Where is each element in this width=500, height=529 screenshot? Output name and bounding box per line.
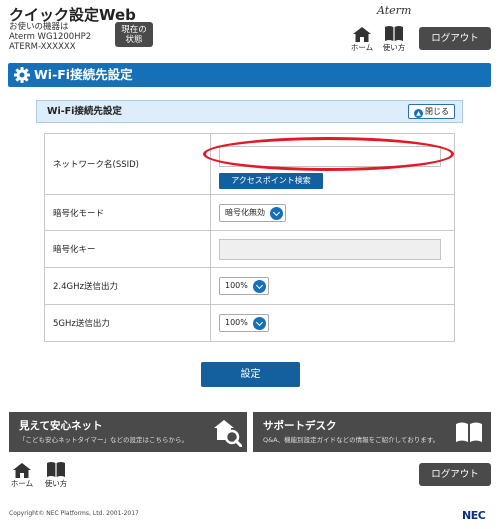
- section-title: Wi-Fi接続先設定: [47, 106, 122, 117]
- current-status-button[interactable]: 現在の 状態: [115, 22, 153, 47]
- power-5ghz-value: 100%: [225, 318, 248, 327]
- logout-button[interactable]: ログアウト: [419, 27, 491, 50]
- home-button[interactable]: ホーム: [349, 27, 375, 53]
- footer-help-button[interactable]: 使い方: [42, 461, 70, 489]
- footer-home-label: ホーム: [10, 479, 34, 488]
- home-label: ホーム: [350, 43, 374, 52]
- promo-description: 「こども安心ネットタイマー」などの設定はこちらから。: [19, 436, 188, 444]
- power-5ghz-cell: 100%: [210, 304, 455, 342]
- chevron-down-icon: [252, 280, 266, 293]
- chevron-up-icon: ▲: [414, 109, 423, 118]
- table-row: 暗号化モード 暗号化無効: [44, 194, 455, 231]
- power-24ghz-value: 100%: [225, 281, 248, 290]
- promo-title: サポートデスク: [263, 420, 337, 432]
- device-info: お使いの機器は Aterm WG1200HP2 ATERM-XXXXXX: [9, 22, 91, 52]
- device-name: ATERM-XXXXXX: [9, 42, 76, 52]
- ssid-label: ネットワーク名(SSID): [44, 133, 211, 195]
- promo-support-desk[interactable]: サポートデスク Q&A、機能別設定ガイドなどの情報をご紹介しております。: [253, 412, 491, 452]
- promo-safe-net[interactable]: 見えて安心ネット 「こども安心ネットタイマー」などの設定はこちらから。: [9, 412, 247, 452]
- ssid-cell: アクセスポイント検索: [210, 133, 455, 195]
- company-logo: NEC: [462, 509, 486, 522]
- home-icon: [13, 463, 31, 478]
- status-button-label-line1: 現在の: [121, 25, 147, 35]
- footer-home-button[interactable]: ホーム: [9, 463, 35, 489]
- encryption-mode-label: 暗号化モード: [44, 194, 211, 231]
- footer-help-label: 使い方: [44, 479, 68, 488]
- encryption-key-label: 暗号化キー: [44, 230, 211, 268]
- collapse-label: 閉じる: [425, 107, 449, 116]
- chevron-down-icon: [270, 206, 283, 220]
- promo-description: Q&A、機能別設定ガイドなどの情報をご紹介しております。: [263, 436, 440, 444]
- power-24ghz-label: 2.4GHz送信出力: [44, 267, 211, 305]
- power-24ghz-select[interactable]: 100%: [219, 277, 269, 295]
- help-label: 使い方: [382, 43, 406, 52]
- device-info-line: お使いの機器は: [9, 22, 69, 32]
- settings-table: ネットワーク名(SSID) アクセスポイント検索 暗号化モード 暗号化無効 暗号…: [44, 133, 455, 342]
- page-title: Wi-Fi接続先設定: [34, 67, 133, 82]
- encryption-key-cell: [210, 230, 455, 268]
- collapse-button[interactable]: ▲ 閉じる: [408, 104, 455, 119]
- access-point-search-button[interactable]: アクセスポイント検索: [219, 172, 323, 189]
- table-row: ネットワーク名(SSID) アクセスポイント検索: [44, 133, 455, 195]
- encryption-key-input[interactable]: [219, 238, 441, 260]
- header: クイック設定Web お使いの機器は Aterm WG1200HP2 ATERM-…: [0, 0, 500, 58]
- encryption-mode-select[interactable]: 暗号化無効: [219, 203, 286, 222]
- copyright: Copyright© NEC Platforms, Ltd. 2001-2017: [9, 510, 139, 517]
- encryption-mode-value: 暗号化無効: [225, 207, 265, 217]
- chevron-down-icon: [252, 317, 266, 330]
- status-button-label-line2: 状態: [125, 35, 143, 45]
- table-row: 2.4GHz送信出力 100%: [44, 267, 455, 305]
- gear-icon: [14, 67, 30, 83]
- section-header: Wi-Fi接続先設定 ▲ 閉じる: [36, 100, 463, 123]
- device-model: Aterm WG1200HP2: [9, 32, 92, 42]
- help-button[interactable]: 使い方: [380, 25, 408, 53]
- power-24ghz-cell: 100%: [210, 267, 455, 305]
- promo-title: 見えて安心ネット: [19, 420, 103, 432]
- book-icon: [385, 26, 403, 41]
- submit-button[interactable]: 設定: [201, 362, 300, 387]
- page-title-bar: Wi-Fi接続先設定: [8, 63, 491, 87]
- home-icon: [353, 27, 371, 42]
- power-5ghz-label: 5GHz送信出力: [44, 304, 211, 342]
- table-row: 5GHz送信出力 100%: [44, 304, 455, 342]
- footer-logout-button[interactable]: ログアウト: [419, 463, 491, 486]
- encryption-mode-cell: 暗号化無効: [210, 194, 455, 231]
- power-5ghz-select[interactable]: 100%: [219, 314, 269, 332]
- house-magnifier-icon: [214, 420, 242, 447]
- book-icon: [47, 462, 65, 477]
- book-icon: [456, 422, 482, 442]
- ssid-input[interactable]: [219, 145, 441, 167]
- brand-logo: Aterm: [377, 4, 412, 17]
- table-row: 暗号化キー: [44, 230, 455, 268]
